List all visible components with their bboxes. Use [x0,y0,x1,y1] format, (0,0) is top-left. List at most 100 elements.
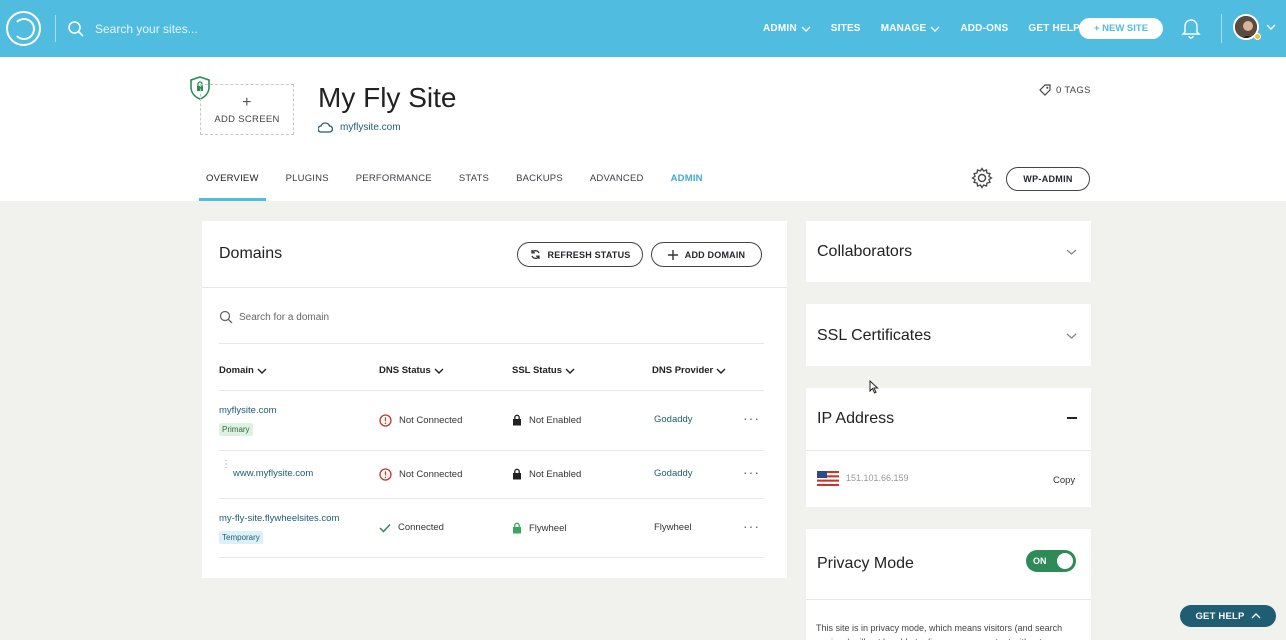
search-icon[interactable] [67,20,85,38]
tab-overview[interactable]: OVERVIEW [199,162,266,201]
privacy-mode-toggle[interactable]: ON [1026,550,1076,572]
add-domain-button[interactable]: ADD DOMAIN [651,242,762,267]
collapse-icon[interactable] [1067,417,1077,419]
more-options-icon[interactable]: ··· [743,518,760,534]
more-options-icon[interactable]: ··· [743,410,760,426]
toggle-label: ON [1033,556,1047,566]
ssl-status: Not Enabled [512,414,581,426]
column-header-domain[interactable]: Domain [219,365,267,376]
chevron-down-icon [565,368,575,374]
chevron-down-icon [930,26,940,32]
divider [219,390,764,391]
nav-sites[interactable]: SITES [831,23,861,34]
wp-admin-button[interactable]: WP-ADMIN [1006,167,1090,191]
ssl-status-label: Not Enabled [529,414,582,426]
collaborators-panel[interactable]: Collaborators [806,221,1091,282]
primary-badge: Primary [219,423,253,436]
lock-icon [513,522,521,534]
main-nav: ADMIN SITES MANAGE ADD-ONS GET HELP [763,0,1100,57]
domain-search-input[interactable] [239,312,439,323]
ssl-certificates-panel[interactable]: SSL Certificates [806,304,1091,366]
toggle-knob [1057,553,1073,569]
site-search-input[interactable] [95,18,395,40]
site-url-link[interactable]: myflysite.com [318,122,401,133]
site-url-label: myflysite.com [340,122,401,133]
domains-card: Domains REFRESH STATUS ADD DOMAIN Domain… [202,221,787,578]
add-screen-button[interactable]: + ADD SCREEN [200,84,294,135]
column-header-label: SSL Status [512,365,562,376]
privacy-mode-panel: Privacy Mode ON This site is in privacy … [806,529,1091,640]
domains-title: Domains [219,245,283,262]
tags-label: 0 TAGS [1056,84,1091,96]
chevron-down-icon [434,368,444,374]
add-domain-label: ADD DOMAIN [684,249,746,260]
new-site-button[interactable]: + NEW SITE [1079,18,1163,39]
column-header-dns-status[interactable]: DNS Status [379,365,444,376]
nav-get-help[interactable]: GET HELP [1028,23,1080,34]
temporary-badge: Temporary [219,531,263,544]
refresh-status-label: REFRESH STATUS [547,249,631,260]
domain-link[interactable]: myflysite.com [219,405,277,416]
ssl-status: Not Enabled [512,468,581,480]
nav-add-ons[interactable]: ADD-ONS [960,23,1008,34]
privacy-mode-description: This site is in privacy mode, which mean… [816,623,1063,640]
tab-stats[interactable]: STATS [452,162,496,201]
column-header-label: DNS Provider [652,365,714,376]
plus-icon: + [242,93,252,111]
domain-link[interactable]: www.myflysite.com [233,468,313,479]
us-flag-icon [817,471,839,486]
column-header-dns-provider[interactable]: DNS Provider [652,365,726,376]
get-help-label: GET HELP [1195,610,1245,622]
ip-address-value: 151.101.66.159 [846,473,909,483]
divider [806,450,1091,451]
tab-advanced[interactable]: ADVANCED [583,162,651,201]
dns-status: Not Connected [379,468,462,481]
refresh-status-button[interactable]: REFRESH STATUS [517,242,643,267]
column-header-label: DNS Status [379,365,431,376]
nav-add-ons-label: ADD-ONS [960,23,1009,34]
dns-provider-link[interactable]: Godaddy [654,414,693,425]
chevron-down-icon [1066,333,1077,339]
copy-ip-button[interactable]: Copy [1053,475,1075,486]
column-header-label: Domain [219,365,254,376]
nav-admin[interactable]: ADMIN [763,23,811,34]
mouse-cursor-icon [869,380,879,394]
tags-button[interactable]: 0 TAGS [1039,84,1091,96]
dns-status-label: Not Connected [399,415,463,426]
cloud-icon [318,122,333,133]
top-navigation-bar: ADMIN SITES MANAGE ADD-ONS GET HELP + NE… [0,0,1286,57]
privacy-mode-title: Privacy Mode [817,555,914,572]
dns-provider: Flywheel [654,522,692,533]
nav-manage[interactable]: MANAGE [881,23,941,34]
divider [55,15,56,42]
bell-icon[interactable] [1181,17,1201,39]
dns-status-label: Connected [398,522,444,533]
dns-provider-link[interactable]: Godaddy [654,468,693,479]
subdomain-indent-icon: ⋮ [221,459,231,470]
tab-plugins[interactable]: PLUGINS [279,162,336,201]
plus-icon [667,249,678,260]
lock-icon [513,414,521,426]
gear-icon[interactable] [971,167,993,189]
flywheel-logo-icon[interactable] [6,11,41,46]
tab-admin[interactable]: ADMIN [664,162,710,201]
page-title: My Fly Site [318,82,457,113]
domain-link[interactable]: my-fly-site.flywheelsites.com [219,513,339,524]
chevron-down-icon[interactable] [1266,24,1276,30]
get-help-button[interactable]: GET HELP [1180,605,1276,627]
collaborators-title: Collaborators [817,243,913,260]
dns-status: Not Connected [379,414,462,427]
chevron-down-icon [801,26,811,32]
chevron-down-icon [1066,249,1077,255]
column-header-ssl-status[interactable]: SSL Status [512,365,575,376]
nav-get-help-label: GET HELP [1028,23,1081,34]
divider [202,287,787,288]
tab-backups[interactable]: BACKUPS [509,162,570,201]
dns-status-label: Not Connected [399,469,463,480]
more-options-icon[interactable]: ··· [743,464,760,480]
tab-performance[interactable]: PERFORMANCE [349,162,439,201]
divider [219,498,764,499]
chevron-down-icon [257,368,267,374]
divider [219,343,764,344]
nav-sites-label: SITES [830,23,861,34]
